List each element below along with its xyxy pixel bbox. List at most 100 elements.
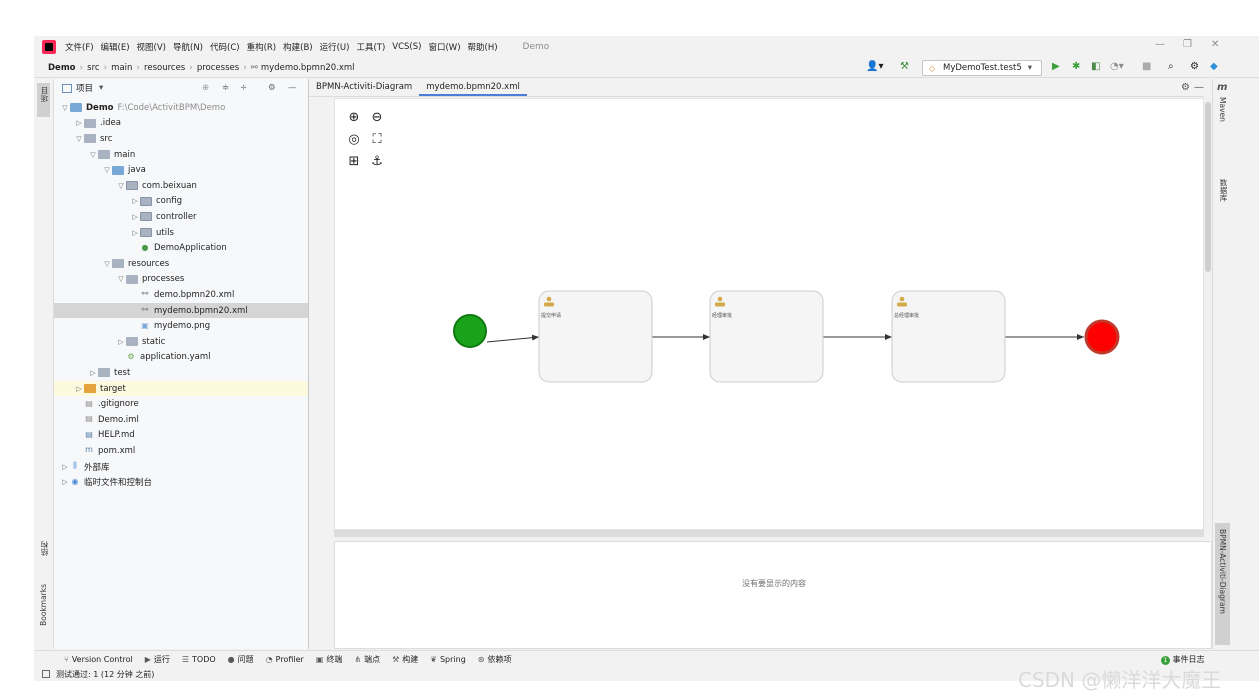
restore-icon[interactable]: ❐ xyxy=(1183,39,1192,50)
event-log-tool[interactable]: 1 事件日志 xyxy=(1161,654,1205,665)
tree-item[interactable]: ▤ HELP.md xyxy=(54,428,308,444)
endpoints-tool[interactable]: ⋔ 端点 xyxy=(354,654,380,665)
coverage-icon[interactable]: ◧ xyxy=(1091,61,1100,72)
menu-view[interactable]: 视图(V) xyxy=(137,41,166,53)
chevron-right-icon[interactable]: ▷ xyxy=(88,369,98,377)
project-view-title[interactable]: 项目 xyxy=(76,82,93,94)
chevron-right-icon[interactable]: ▷ xyxy=(60,478,70,486)
chevron-down-icon[interactable]: ▽ xyxy=(116,275,126,283)
chevron-right-icon[interactable]: ▷ xyxy=(116,338,126,346)
tree-item[interactable]: ▷ static xyxy=(54,334,308,350)
chevron-right-icon[interactable]: ▷ xyxy=(60,463,70,471)
canvas-vertical-scrollbar[interactable] xyxy=(1204,98,1212,530)
user-task-2[interactable]: 经理审批 xyxy=(709,290,824,383)
tree-item[interactable]: ▷ .idea xyxy=(54,116,308,132)
tree-item[interactable]: ⚯ mydemo.bpmn20.xml xyxy=(54,302,308,319)
chevron-right-icon[interactable]: ▷ xyxy=(130,213,140,221)
spring-tool[interactable]: ❦ Spring xyxy=(430,655,466,664)
run-icon[interactable]: ▶ xyxy=(1052,61,1060,72)
chevron-down-icon[interactable]: ▽ xyxy=(88,151,98,159)
terminal-tool[interactable]: ▣ 终端 xyxy=(316,654,343,665)
chevron-right-icon[interactable]: ▷ xyxy=(74,119,84,127)
hide-panel-icon[interactable]: — xyxy=(1194,82,1204,93)
tree-item[interactable]: ▽ main xyxy=(54,147,308,163)
menu-edit[interactable]: 编辑(E) xyxy=(101,41,130,53)
maven-tool-tab[interactable]: Maven xyxy=(1218,97,1227,122)
profile-icon[interactable]: ◔▾ xyxy=(1110,61,1124,72)
debug-icon[interactable]: ✱ xyxy=(1072,61,1080,72)
chevron-right-icon[interactable]: ▷ xyxy=(74,385,84,393)
tree-item[interactable]: ▷ controller xyxy=(54,209,308,225)
build-hammer-icon[interactable]: ⚒ xyxy=(900,61,909,72)
tree-item[interactable]: ▷ test xyxy=(54,365,308,381)
tree-item[interactable]: ⚯ demo.bpmn20.xml xyxy=(54,287,308,303)
chevron-down-icon[interactable]: ▽ xyxy=(102,166,112,174)
chevron-down-icon[interactable]: ▽ xyxy=(60,104,70,112)
run-configuration-select[interactable]: ◇ MyDemoTest.test5 ▾ xyxy=(922,60,1042,76)
close-icon[interactable]: ✕ xyxy=(1211,39,1219,50)
sequence-flow-start-to-task1[interactable] xyxy=(486,334,540,343)
chevron-down-icon[interactable]: ▽ xyxy=(74,135,84,143)
menu-refactor[interactable]: 重构(R) xyxy=(247,41,277,53)
tree-item[interactable]: ▽ resources xyxy=(54,256,308,272)
chevron-down-icon[interactable]: ▽ xyxy=(102,260,112,268)
tree-item[interactable]: ▽ src xyxy=(54,131,308,147)
chevron-down-icon[interactable]: ▾ xyxy=(99,83,103,93)
bpmn-diagram-canvas[interactable]: ⊕ ⊖ ◎ ⛶ ⊞ ⚓ 提交申请 经理审批 总经理审批 xyxy=(334,98,1204,530)
breadcrumb-main[interactable]: main xyxy=(111,63,132,73)
stop-icon[interactable]: ■ xyxy=(1142,61,1151,72)
menu-file[interactable]: 文件(F) xyxy=(65,41,94,53)
user-task-1[interactable]: 提交申请 xyxy=(538,290,653,383)
chevron-right-icon[interactable]: ▷ xyxy=(130,197,140,205)
canvas-splitter[interactable] xyxy=(334,530,1204,537)
breadcrumb-processes[interactable]: processes xyxy=(197,63,239,73)
version-control-tool[interactable]: ⑂ Version Control xyxy=(64,655,133,664)
settings-icon[interactable]: ⚙ xyxy=(1190,61,1199,72)
problems-tool[interactable]: ● 问题 xyxy=(228,654,254,665)
tree-item[interactable]: ▽ processes xyxy=(54,272,308,288)
tree-item[interactable]: ▽ com.beixuan xyxy=(54,178,308,194)
plugin-icon[interactable]: ◆ xyxy=(1210,61,1218,72)
tree-item[interactable]: ▣ mydemo.png xyxy=(54,318,308,334)
todo-tool[interactable]: ☰ TODO xyxy=(182,655,216,664)
tree-item[interactable]: ⚙ application.yaml xyxy=(54,350,308,366)
tree-item[interactable]: ▷ target xyxy=(54,380,308,397)
menu-code[interactable]: 代码(C) xyxy=(210,41,240,53)
database-tool-tab[interactable]: 数据库 xyxy=(1218,179,1229,202)
menu-build[interactable]: 构建(B) xyxy=(283,41,312,53)
menu-vcs[interactable]: VCS(S) xyxy=(392,42,421,52)
tree-item[interactable]: ▷ ◉ 临时文件和控制台 xyxy=(54,474,308,490)
scrollbar-thumb[interactable] xyxy=(1205,102,1211,272)
gear-icon[interactable]: ⚙ xyxy=(1181,82,1190,93)
structure-tool-tab[interactable]: 结构 xyxy=(39,541,50,556)
start-event[interactable] xyxy=(453,314,487,348)
tree-item[interactable]: ▤ .gitignore xyxy=(54,396,308,412)
breadcrumb-project[interactable]: Demo xyxy=(48,63,76,73)
chevron-right-icon[interactable]: ▷ xyxy=(130,229,140,237)
tree-item[interactable]: ▷ utils xyxy=(54,225,308,241)
breadcrumb-resources[interactable]: resources xyxy=(144,63,185,73)
tab-mydemo-bpmn20-xml[interactable]: mydemo.bpmn20.xml xyxy=(419,79,527,96)
menu-navigate[interactable]: 导航(N) xyxy=(173,41,203,53)
breadcrumb-src[interactable]: src xyxy=(87,63,99,73)
menu-window[interactable]: 窗口(W) xyxy=(428,41,460,53)
bpmn-diagram-tool-tab[interactable]: BPMN-Activiti-Diagram xyxy=(1215,523,1230,645)
expand-all-icon[interactable]: ≑ xyxy=(222,83,229,93)
chevron-down-icon[interactable]: ▽ xyxy=(116,182,126,190)
tree-item[interactable]: ● DemoApplication xyxy=(54,240,308,256)
profiler-tool[interactable]: ◔ Profiler xyxy=(266,655,304,664)
build-tool[interactable]: ⚒ 构建 xyxy=(392,654,418,665)
end-event[interactable] xyxy=(1084,319,1120,355)
search-icon[interactable]: ⌕ xyxy=(1168,61,1174,72)
menu-tools[interactable]: 工具(T) xyxy=(356,41,385,53)
tree-item[interactable]: ▤ Demo.iml xyxy=(54,412,308,428)
dependencies-tool[interactable]: ⊛ 依赖项 xyxy=(478,654,512,665)
run-tool[interactable]: ▶ 运行 xyxy=(145,654,170,665)
minimize-icon[interactable]: — xyxy=(1155,39,1165,50)
tree-item[interactable]: ▽ Demo F:\Code\ActivitBPM\Demo xyxy=(54,100,308,116)
toggle-tool-windows-icon[interactable] xyxy=(42,670,50,678)
tab-bpmn-activiti-diagram[interactable]: BPMN-Activiti-Diagram xyxy=(309,79,419,96)
locate-file-icon[interactable]: ⊕ xyxy=(202,83,209,93)
tree-item[interactable]: ▷ ⫼ 外部库 xyxy=(54,459,308,475)
tree-item[interactable]: ▷ config xyxy=(54,194,308,210)
